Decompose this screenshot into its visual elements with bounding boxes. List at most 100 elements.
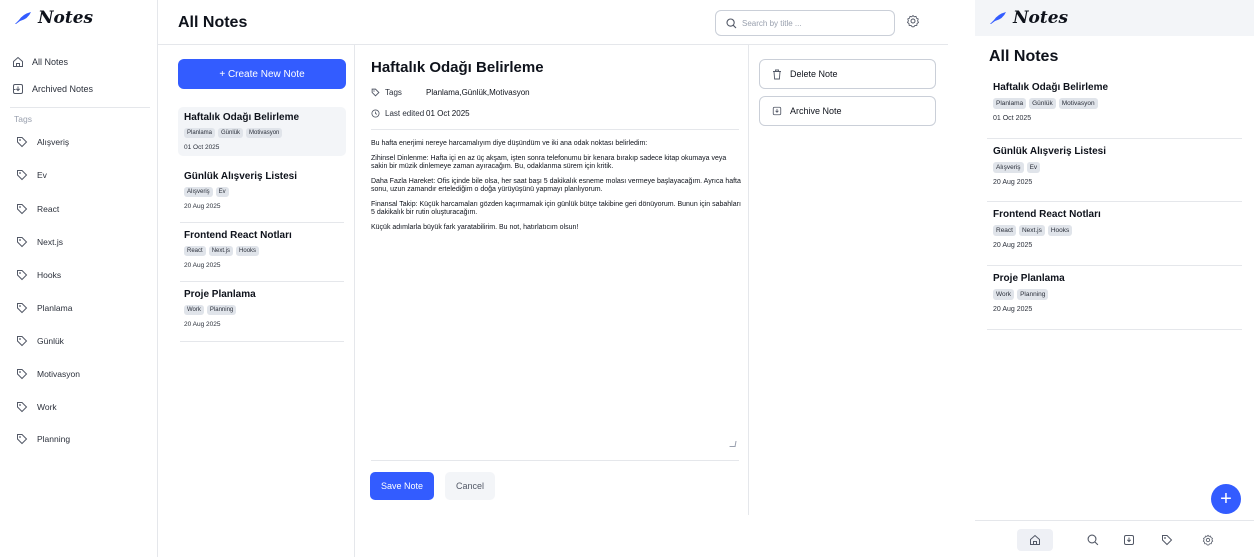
note-title: Proje Planlama [993,273,1065,284]
tag-icon [17,270,28,281]
note-date: 20 Aug 2025 [993,306,1033,313]
note-tag-chip: Planlama [184,128,216,138]
search-input[interactable] [742,18,887,28]
create-note-fab[interactable]: + [1211,484,1241,514]
note-date: 01 Oct 2025 [993,115,1032,122]
mobile-note-card[interactable]: Proje Planlama Work Planning 20 Aug 2025 [993,273,1233,313]
sidebar-tag[interactable]: Alışveriş [16,133,69,151]
note-tag-chip: Work [184,305,204,315]
tags-value[interactable]: Planlama,Günlük,Motivasyon [426,88,530,97]
app-logo[interactable]: Notes [14,8,93,28]
note-card[interactable]: Frontend React Notları React Next.js Hoo… [178,225,346,274]
sidebar-tag[interactable]: Work [16,398,57,416]
archive-note-button[interactable]: Archive Note [759,96,936,126]
tags-meta-label: Tags [371,88,426,97]
note-tag-chip: Günlük [218,128,244,138]
settings-button[interactable] [906,14,920,28]
mobile-view: Notes All Notes Haftalık Odağı Belirleme… [975,0,1254,557]
tags-heading: Tags [14,114,32,124]
sidebar-tag-label: Alışveriş [37,137,70,147]
bottom-tab-archive[interactable] [1111,529,1147,551]
delete-note-button[interactable]: Delete Note [759,59,936,89]
delete-note-label: Delete Note [790,69,838,79]
nav-all-notes[interactable]: All Notes [12,51,68,73]
note-tag-chip: React [184,246,206,256]
search-box[interactable] [715,10,895,36]
archive-note-label: Archive Note [790,106,842,116]
note-tag-chip: Planning [1017,289,1049,300]
note-tag-chip: Next.js [1018,225,1045,236]
cancel-button[interactable]: Cancel [445,472,495,500]
sidebar-tag-label: React [37,204,60,214]
note-date: 20 Aug 2025 [184,262,221,269]
note-tag-chip: React [993,225,1016,236]
note-tags: Alışveriş Ev [184,187,340,197]
tag-icon [17,402,28,413]
logo-text: Notes [38,8,94,28]
create-note-button[interactable]: + Create New Note [178,59,346,89]
note-tags: Work Planning [993,289,1233,300]
sidebar-tag[interactable]: React [16,200,59,218]
mobile-note-divider [987,138,1242,139]
tag-icon [17,170,28,181]
note-tag-chip: Planning [206,305,237,315]
note-card[interactable]: Proje Planlama Work Planning 20 Aug 2025 [178,284,346,333]
tag-icon [371,88,380,97]
notes-list: + Create New Note Haftalık Odağı Belirle… [158,45,355,557]
sidebar-tag[interactable]: Ev [16,166,47,184]
editor-footer-divider [371,460,739,461]
bottom-tab-settings[interactable] [1190,529,1226,551]
editor-divider [371,129,739,130]
sidebar-tag[interactable]: Next.js [16,233,63,251]
note-tags: React Next.js Hooks [993,225,1233,236]
note-title: Günlük Alışveriş Listesi [993,146,1107,157]
note-tag-chip: Planlama [993,98,1027,109]
top-bar: All Notes [158,0,948,45]
bottom-tab-search[interactable] [1075,529,1111,551]
note-actions: Delete Note Archive Note [748,45,948,515]
bottom-tab-tags[interactable] [1149,529,1185,551]
mobile-note-card[interactable]: Frontend React Notları React Next.js Hoo… [993,209,1233,249]
search-icon [726,17,737,28]
save-note-button[interactable]: Save Note [370,472,434,500]
archive-icon [13,84,23,94]
settings-icon [906,14,920,28]
note-body-textarea[interactable]: Bu hafta enerjimi nereye harcamalıyım di… [371,140,741,239]
sidebar-tag[interactable]: Motivasyon [16,365,80,383]
sidebar-tag[interactable]: Planlama [16,299,72,317]
note-tags: React Next.js Hooks [184,246,340,256]
sidebar-tag-label: Planning [37,434,71,444]
note-date: 20 Aug 2025 [184,203,221,210]
note-tags: Alışveriş Ev [993,162,1233,173]
note-editor-title[interactable]: Haftalık Odağı Belirleme [371,59,544,76]
note-tags: Work Planning [184,305,340,315]
note-date: 01 Oct 2025 [184,144,220,151]
note-body-paragraph: Finansal Takip: Küçük harcamaları gözden… [371,201,741,216]
note-card[interactable]: Haftalık Odağı Belirleme Planlama Günlük… [178,107,346,156]
last-edited-value: 01 Oct 2025 [426,109,470,118]
mobile-app-logo[interactable]: Notes [989,8,1068,28]
tag-icon [1162,535,1173,546]
note-title: Proje Planlama [184,289,256,300]
nav-archived-notes-label: Archived Notes [32,84,94,94]
sidebar-tag[interactable]: Hooks [16,266,61,284]
bottom-tab-home[interactable] [1017,529,1053,551]
note-tags: Planlama Günlük Motivasyon [993,98,1233,109]
last-edited-label: Last edited [371,109,426,118]
sidebar-tag[interactable]: Günlük [16,332,64,350]
tag-icon [17,434,28,445]
mobile-note-card[interactable]: Haftalık Odağı Belirleme Planlama Günlük… [993,82,1233,122]
note-tag-chip: Motivasyon [1058,98,1098,109]
mobile-note-card[interactable]: Günlük Alışveriş Listesi Alışveriş Ev 20… [993,146,1233,186]
nav-archived-notes[interactable]: Archived Notes [12,78,93,100]
tags-meta-row: Tags Planlama,Günlük,Motivasyon [371,88,530,97]
note-date: 20 Aug 2025 [993,179,1033,186]
sidebar-tag-label: Motivasyon [37,369,80,379]
note-card[interactable]: Günlük Alışveriş Listesi Alışveriş Ev 20… [178,166,346,215]
mobile-bottom-nav [975,520,1254,557]
note-date: 20 Aug 2025 [184,321,221,328]
sidebar-tag[interactable]: Planning [16,430,70,448]
textarea-resize-handle[interactable] [729,441,737,447]
tag-icon [17,369,28,380]
last-edited-label-text: Last edited [385,109,425,118]
